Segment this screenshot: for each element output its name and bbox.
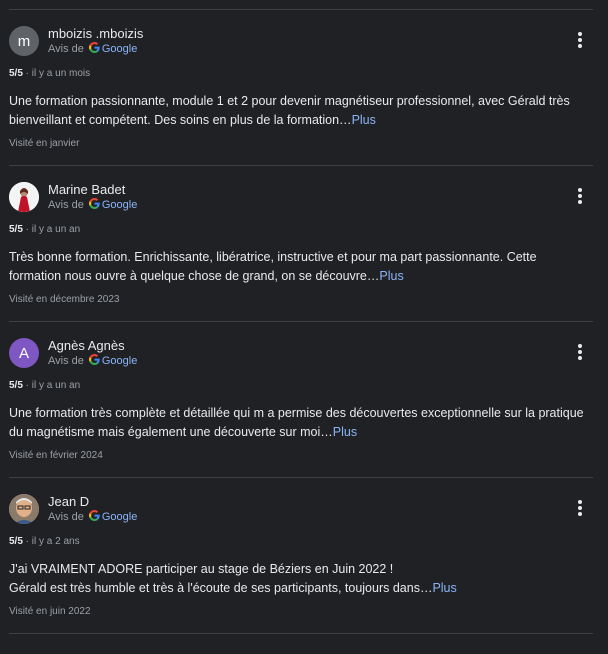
source-prefix: Avis de bbox=[48, 511, 84, 523]
visited-date: Visité en juin 2022 bbox=[9, 606, 91, 617]
source-name: Google bbox=[101, 355, 138, 367]
review-card: A Agnès Agnès Avis de Google 5/5 · il y … bbox=[9, 321, 593, 477]
source-prefix: Avis de bbox=[48, 43, 84, 55]
avatar[interactable]: m bbox=[9, 26, 39, 56]
more-options-icon[interactable] bbox=[573, 344, 587, 364]
review-text-line: J'ai VRAIMENT ADORE participer au stage … bbox=[9, 562, 394, 576]
source-name: Google bbox=[101, 43, 138, 55]
author-name[interactable]: Marine Badet bbox=[48, 182, 125, 197]
author-name[interactable]: Jean D bbox=[48, 494, 89, 509]
visited-date: Visité en janvier bbox=[9, 138, 80, 149]
review-card: Jean D Avis de Google 5/5 · il y a 2 ans… bbox=[9, 477, 593, 633]
separator: · bbox=[22, 224, 32, 235]
avatar[interactable]: A bbox=[9, 338, 39, 368]
review-source: Avis de Google bbox=[48, 198, 137, 212]
review-source: Avis de Google bbox=[48, 354, 137, 368]
review-text-line: Une formation très complète et détaillée… bbox=[9, 406, 584, 420]
source-prefix: Avis de bbox=[48, 355, 84, 367]
source-prefix: Avis de bbox=[48, 199, 84, 211]
review-text: Une formation passionnante, module 1 et … bbox=[9, 92, 589, 129]
review-text-line: Gérald est très humble et très à l'écout… bbox=[9, 580, 433, 595]
author-name[interactable]: Agnès Agnès bbox=[48, 338, 125, 353]
review-time: il y a un an bbox=[31, 380, 81, 391]
review-time: il y a 2 ans bbox=[31, 536, 80, 547]
review-card: m mboizis .mboizis Avis de Google 5/5 · … bbox=[9, 9, 593, 165]
avatar[interactable] bbox=[9, 182, 39, 212]
rating-line: 5/5 · il y a un an bbox=[9, 380, 80, 391]
more-link[interactable]: Plus bbox=[333, 425, 357, 439]
review-source: Avis de Google bbox=[48, 42, 137, 56]
more-options-icon[interactable] bbox=[573, 188, 587, 208]
review-text: Une formation très complète et détaillée… bbox=[9, 404, 589, 441]
separator: · bbox=[22, 536, 32, 547]
google-icon bbox=[88, 42, 100, 56]
source-name: Google bbox=[101, 511, 138, 523]
visited-date: Visité en décembre 2023 bbox=[9, 294, 120, 305]
source-name: Google bbox=[101, 199, 138, 211]
google-icon bbox=[88, 198, 100, 212]
google-icon bbox=[88, 354, 100, 368]
review-text-line: du magnétisme mais également une découve… bbox=[9, 424, 333, 439]
avatar-photo bbox=[9, 494, 39, 524]
rating: 5/5 bbox=[9, 68, 23, 79]
rating: 5/5 bbox=[9, 380, 23, 391]
review-card: Marine Badet Avis de Google 5/5 · il y a… bbox=[9, 165, 593, 321]
more-link[interactable]: Plus bbox=[352, 113, 376, 127]
review-text: Très bonne formation. Enrichissante, lib… bbox=[9, 248, 589, 285]
visited-date: Visité en février 2024 bbox=[9, 450, 103, 461]
rating-line: 5/5 · il y a un mois bbox=[9, 68, 90, 79]
review-text-line: formation nous ouvre à quelque chose de … bbox=[9, 268, 380, 283]
review-text-line: bienveillant et compétent. Des soins en … bbox=[9, 112, 352, 127]
rating-line: 5/5 · il y a 2 ans bbox=[9, 536, 80, 547]
rating-line: 5/5 · il y a un an bbox=[9, 224, 80, 235]
review-text: J'ai VRAIMENT ADORE participer au stage … bbox=[9, 560, 589, 597]
more-link[interactable]: Plus bbox=[432, 581, 456, 595]
avatar[interactable] bbox=[9, 494, 39, 524]
divider bbox=[9, 633, 593, 634]
review-text-line: Très bonne formation. Enrichissante, lib… bbox=[9, 250, 537, 264]
avatar-photo bbox=[9, 182, 39, 212]
separator: · bbox=[22, 380, 32, 391]
more-options-icon[interactable] bbox=[573, 32, 587, 52]
more-link[interactable]: Plus bbox=[379, 269, 403, 283]
author-name[interactable]: mboizis .mboizis bbox=[48, 26, 143, 41]
review-source: Avis de Google bbox=[48, 510, 137, 524]
google-icon bbox=[88, 510, 100, 524]
more-options-icon[interactable] bbox=[573, 500, 587, 520]
review-text-line: Une formation passionnante, module 1 et … bbox=[9, 94, 570, 108]
separator: · bbox=[22, 68, 32, 79]
review-time: il y a un mois bbox=[31, 68, 91, 79]
review-time: il y a un an bbox=[31, 224, 81, 235]
rating: 5/5 bbox=[9, 224, 23, 235]
rating: 5/5 bbox=[9, 536, 23, 547]
